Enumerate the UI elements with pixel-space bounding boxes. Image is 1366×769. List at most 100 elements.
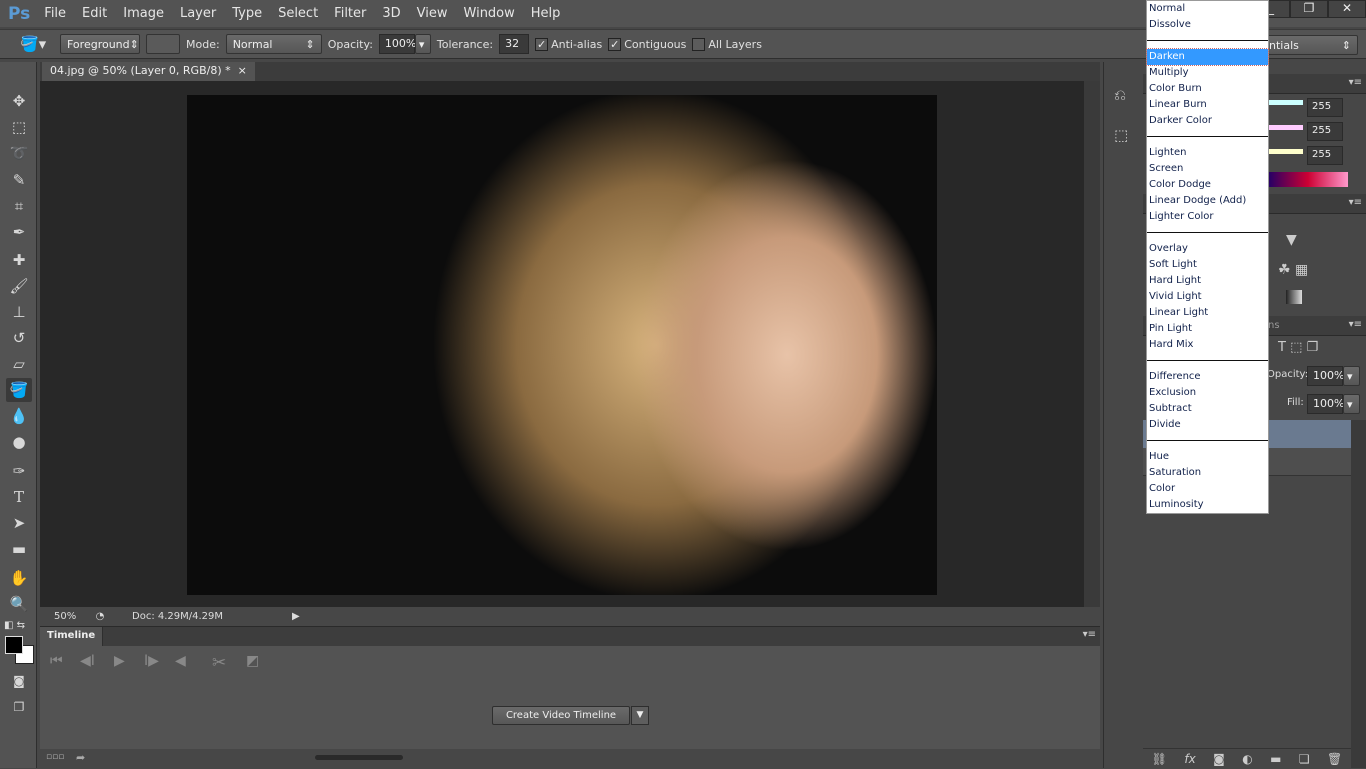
convert-icon[interactable]: ➦ [76, 751, 85, 764]
pattern-picker[interactable] [146, 34, 180, 54]
blend-mode-dropdown[interactable]: Normal Dissolve Darken Multiply Color Burn Li… [1146, 0, 1269, 514]
add-mask-icon[interactable]: ◙ [1213, 752, 1225, 766]
restore-button[interactable]: ❐ [1290, 0, 1328, 18]
menu-type[interactable]: Type [232, 6, 262, 21]
red-value[interactable]: 255 [1307, 98, 1343, 117]
quick-selection-tool-icon[interactable]: ✎ [6, 168, 32, 192]
menu-edit[interactable]: Edit [82, 6, 107, 21]
blend-mode-option[interactable]: Multiply [1147, 65, 1268, 81]
vertical-scrollbar[interactable] [1084, 81, 1100, 607]
menu-image[interactable]: Image [123, 6, 164, 21]
blend-mode-option[interactable]: Difference [1147, 369, 1268, 385]
default-colors-icon[interactable]: ◧ ⇆ [4, 620, 25, 631]
panel-menu-icon[interactable]: ▾≡ [1083, 629, 1096, 640]
rectangle-tool-icon[interactable]: ▬ [6, 537, 32, 561]
link-layers-icon[interactable]: ⛓ [1152, 752, 1167, 766]
blend-mode-option[interactable]: Divide [1147, 417, 1268, 433]
status-info-icon[interactable]: ◔ [88, 611, 112, 622]
menu-file[interactable]: File [44, 6, 66, 21]
split-scissors-icon[interactable]: ✂ [212, 653, 226, 673]
blend-mode-option[interactable]: Color Dodge [1147, 177, 1268, 193]
opacity-dropdown[interactable]: ▾ [414, 34, 431, 54]
menu-help[interactable]: Help [531, 6, 561, 21]
next-frame-icon[interactable]: I▶ [144, 653, 159, 669]
menu-filter[interactable]: Filter [334, 6, 366, 21]
red-slider[interactable] [1268, 100, 1303, 105]
blend-mode-option[interactable]: Subtract [1147, 401, 1268, 417]
audio-icon[interactable]: ◀ [175, 653, 186, 669]
zoom-level[interactable]: 50% [40, 611, 88, 622]
3d-panel-icon[interactable]: ⬚ [1114, 126, 1128, 144]
blend-mode-option[interactable]: Lighter Color [1147, 209, 1268, 225]
color-ramp[interactable] [1268, 172, 1348, 187]
zoom-tool-icon[interactable]: 🔍 [6, 592, 32, 616]
close-window-button[interactable]: ✕ [1328, 0, 1366, 18]
pen-tool-icon[interactable]: ✑ [6, 459, 32, 483]
blur-tool-icon[interactable]: 💧 [6, 404, 32, 428]
panel-menu-icon[interactable]: ▾≡ [1349, 197, 1362, 208]
fill-source-select[interactable]: Foreground ⇕ [60, 34, 140, 54]
tab-timeline[interactable]: Timeline [40, 627, 104, 646]
menu-3d[interactable]: 3D [382, 6, 400, 21]
blend-mode-option[interactable]: Luminosity [1147, 497, 1268, 513]
history-panel-icon[interactable]: ⎌ [1114, 86, 1126, 104]
panel-menu-icon[interactable]: ▾≡ [1349, 319, 1362, 330]
status-menu-arrow-icon[interactable]: ▶ [292, 611, 300, 622]
blend-mode-option[interactable]: Overlay [1147, 241, 1268, 257]
fill-input[interactable]: 100% [1307, 394, 1344, 414]
history-brush-tool-icon[interactable]: ↺ [6, 326, 32, 350]
eyedropper-tool-icon[interactable]: ✒ [6, 220, 32, 244]
blend-mode-option[interactable]: Hue [1147, 449, 1268, 465]
blend-mode-option[interactable]: Saturation [1147, 465, 1268, 481]
blend-mode-option[interactable]: Linear Dodge (Add) [1147, 193, 1268, 209]
layer-filter-icons[interactable]: T ⬚ ❐ [1278, 340, 1318, 355]
blend-mode-option[interactable]: Exclusion [1147, 385, 1268, 401]
transition-icon[interactable]: ◩ [246, 653, 259, 669]
blend-mode-option[interactable]: Color Burn [1147, 81, 1268, 97]
new-group-icon[interactable]: ▬ [1270, 752, 1281, 766]
gradient-map-icon[interactable]: ▼ [1286, 232, 1297, 248]
tolerance-input[interactable]: 32 [499, 34, 530, 54]
workspace-select[interactable]: ntials ⇕ [1262, 35, 1358, 55]
channel-mixer-icon[interactable]: ☘ ▦ [1278, 262, 1308, 278]
green-slider[interactable] [1268, 125, 1303, 130]
blend-mode-option[interactable]: Color [1147, 481, 1268, 497]
blend-mode-option[interactable]: Dissolve [1147, 17, 1268, 33]
anti-alias-checkbox[interactable]: ✓ Anti-alias [535, 37, 602, 51]
new-layer-icon[interactable]: ❏ [1299, 752, 1310, 766]
play-icon[interactable]: ▶ [114, 653, 125, 669]
blend-mode-option[interactable]: Darker Color [1147, 113, 1268, 129]
crop-tool-icon[interactable]: ⌗ [6, 194, 32, 218]
blue-slider[interactable] [1268, 149, 1303, 154]
blend-mode-option[interactable]: Linear Burn [1147, 97, 1268, 113]
layers-scrollbar[interactable] [1351, 420, 1366, 768]
layer-opacity-input[interactable]: 100% [1307, 366, 1344, 386]
timeline-type-dropdown[interactable]: ▼ [631, 706, 649, 725]
blend-mode-option[interactable]: Vivid Light [1147, 289, 1268, 305]
mode-select[interactable]: Normal ⇕ [225, 34, 322, 54]
timeline-zoom-slider[interactable] [315, 755, 403, 760]
screen-mode-icon[interactable]: ❐ [6, 695, 32, 719]
contiguous-checkbox[interactable]: ✓ Contiguous [608, 37, 686, 51]
paint-bucket-preset-icon[interactable]: 🪣▾ [20, 35, 54, 53]
foreground-color-swatch[interactable] [5, 636, 23, 654]
delete-layer-icon[interactable]: 🗑 [1327, 752, 1342, 766]
marquee-tool-icon[interactable]: ⬚ [6, 115, 32, 139]
tab-paths[interactable]: ns [1268, 320, 1280, 331]
green-value[interactable]: 255 [1307, 122, 1343, 141]
clone-stamp-tool-icon[interactable]: ⊥ [6, 300, 32, 324]
menu-view[interactable]: View [417, 6, 448, 21]
eraser-tool-icon[interactable]: ▱ [6, 352, 32, 376]
blend-mode-option[interactable]: Pin Light [1147, 321, 1268, 337]
go-to-first-frame-icon[interactable]: ⏮ [50, 653, 63, 669]
panel-menu-icon[interactable]: ▾≡ [1349, 77, 1362, 88]
frames-icon[interactable]: ▫▫▫ [46, 752, 64, 762]
path-selection-tool-icon[interactable]: ➤ [6, 511, 32, 535]
blend-mode-option[interactable]: Screen [1147, 161, 1268, 177]
type-tool-icon[interactable]: T [6, 485, 32, 509]
opacity-input[interactable]: 100% [378, 34, 416, 54]
blend-mode-option[interactable]: Hard Mix [1147, 337, 1268, 353]
move-tool-icon[interactable]: ✥ [6, 89, 32, 113]
gradient-icon[interactable] [1286, 290, 1302, 304]
lasso-tool-icon[interactable]: ➰ [6, 141, 32, 165]
